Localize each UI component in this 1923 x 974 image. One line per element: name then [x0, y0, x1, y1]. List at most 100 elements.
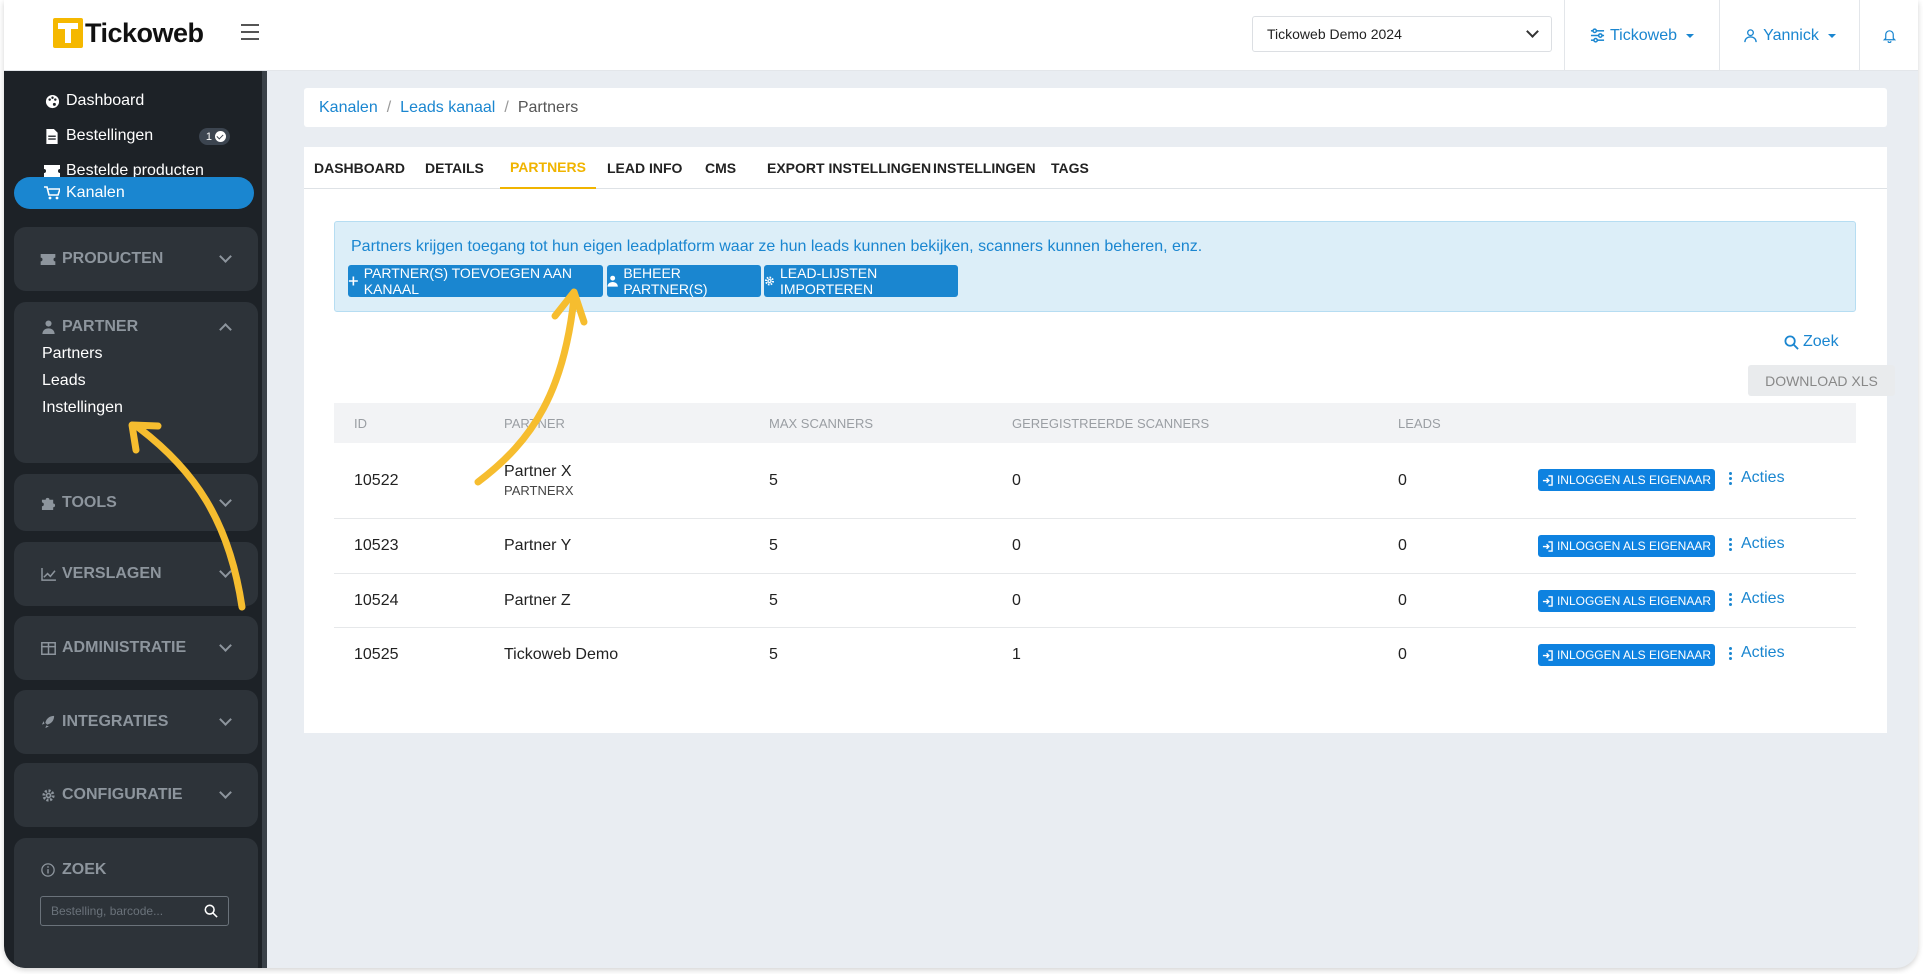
cell-leads: 0	[1398, 471, 1407, 489]
event-select[interactable]: Tickoweb Demo 2024	[1252, 16, 1552, 52]
cell-partner: Partner Z	[504, 591, 571, 609]
sidebar-subitem-instellingen[interactable]: Instellingen	[42, 399, 123, 417]
tab-dashboard[interactable]: DASHBOARD	[314, 147, 405, 189]
tab-cms[interactable]: CMS	[705, 147, 736, 189]
search-placeholder: Bestelling, barcode...	[51, 904, 164, 918]
cell-leads: 0	[1398, 591, 1407, 609]
sidebar-group-tools: TOOLS	[14, 474, 258, 531]
breadcrumb-link-leads-kanaal[interactable]: Leads kanaal	[400, 99, 495, 117]
search-toggle-label: Zoek	[1803, 333, 1839, 350]
button-label: PARTNER(S) TOEVOEGEN AAN KANAAL	[363, 265, 572, 297]
actions-label: Acties	[1741, 644, 1785, 661]
login-as-owner-button[interactable]: INLOGGEN ALS EIGENAAR	[1538, 644, 1715, 666]
app-window: Tickoweb Tickoweb Demo 2024 Tickoweb Yan…	[4, 0, 1918, 968]
group-title: TOOLS	[62, 493, 117, 511]
group-header-integraties[interactable]: INTEGRATIES	[40, 690, 232, 754]
sidebar-subitem-leads[interactable]: Leads	[42, 372, 86, 390]
search-icon	[204, 904, 218, 918]
search-icon	[1784, 335, 1799, 350]
sidebar-item-label: Bestellingen	[66, 127, 154, 144]
sidebar-subitem-partners[interactable]: Partners	[42, 345, 102, 363]
chevron-down-icon	[219, 493, 232, 507]
cell-max-scanners: 5	[769, 471, 778, 489]
cell-registered-scanners: 0	[1012, 591, 1021, 609]
group-header-verslagen[interactable]: VERSLAGEN	[40, 542, 232, 606]
table-row: 10525 Tickoweb Demo 5 1 0 INLOGGEN ALS E…	[334, 628, 1856, 682]
breadcrumb-link-kanalen[interactable]: Kanalen	[319, 99, 378, 117]
cart-icon	[44, 185, 60, 201]
breadcrumb: Kanalen / Leads kanaal / Partners	[304, 88, 1887, 127]
sign-in-icon	[1542, 595, 1553, 607]
group-title: VERSLAGEN	[62, 565, 162, 582]
login-as-owner-button[interactable]: INLOGGEN ALS EIGENAAR	[1538, 469, 1715, 491]
login-as-owner-button[interactable]: INLOGGEN ALS EIGENAAR	[1538, 535, 1715, 557]
bell-icon	[1882, 30, 1896, 43]
caret-down-icon	[1685, 33, 1694, 38]
column-header-registered-scanners[interactable]: GEREGISTREERDE SCANNERS	[1012, 403, 1209, 443]
group-title: ZOEK	[62, 861, 107, 878]
rocket-icon	[40, 715, 56, 729]
tab-partners[interactable]: PARTNERS	[500, 147, 596, 189]
group-title: PARTNER	[62, 318, 139, 335]
org-dropdown[interactable]: Tickoweb	[1564, 0, 1719, 71]
group-title: CONFIGURATIE	[62, 786, 183, 803]
actions-label: Acties	[1741, 590, 1785, 607]
row-actions-menu[interactable]: Acties	[1729, 535, 1785, 553]
cell-max-scanners: 5	[769, 646, 778, 663]
hamburger-menu-icon[interactable]	[241, 24, 259, 40]
row-actions-menu[interactable]: Acties	[1729, 469, 1785, 487]
download-xls-button[interactable]: DOWNLOAD XLS	[1748, 365, 1895, 396]
user-dropdown[interactable]: Yannick	[1719, 0, 1859, 71]
tab-tags[interactable]: TAGS	[1051, 147, 1089, 189]
button-label: INLOGGEN ALS EIGENAAR	[1556, 473, 1712, 487]
import-lead-lists-button[interactable]: LEAD-LIJSTEN IMPORTEREN	[764, 265, 958, 297]
column-header-max-scanners[interactable]: MAX SCANNERS	[769, 403, 873, 443]
caret-down-icon	[1827, 33, 1836, 38]
login-as-owner-button[interactable]: INLOGGEN ALS EIGENAAR	[1538, 590, 1715, 612]
notifications-button[interactable]	[1859, 0, 1918, 71]
group-header-tools[interactable]: TOOLS	[40, 474, 232, 531]
sidebar-group-zoek: ZOEK Bestelling, barcode...	[14, 838, 258, 968]
search-toggle[interactable]: Zoek	[1784, 333, 1839, 351]
sidebar-item-kanalen[interactable]: Kanalen	[14, 177, 254, 209]
vertical-ellipsis-icon	[1729, 537, 1732, 551]
row-actions-menu[interactable]: Acties	[1729, 590, 1785, 608]
badge-count: 1	[205, 130, 212, 143]
manage-partners-button[interactable]: BEHEER PARTNER(S)	[607, 265, 761, 297]
column-header-partner[interactable]: PARTNER	[504, 403, 565, 443]
vertical-ellipsis-icon	[1729, 646, 1732, 660]
sidebar-item-bestellingen[interactable]: Bestellingen 1	[14, 120, 254, 152]
ticket-icon	[40, 252, 56, 266]
sidebar-search-input[interactable]: Bestelling, barcode...	[40, 896, 229, 926]
group-header-administratie[interactable]: ADMINISTRATIE	[40, 616, 232, 680]
row-actions-menu[interactable]: Acties	[1729, 644, 1785, 662]
sidebar-group-verslagen: VERSLAGEN	[14, 542, 258, 606]
group-header-producten[interactable]: PRODUCTEN	[40, 227, 232, 291]
cell-leads: 0	[1398, 537, 1407, 554]
sidebar-group-partner: PARTNER Partners Leads Instellingen	[14, 302, 258, 463]
actions-label: Acties	[1741, 535, 1785, 552]
tab-instellingen[interactable]: INSTELLINGEN	[933, 147, 1036, 189]
sidebar-item-dashboard[interactable]: Dashboard	[14, 85, 254, 117]
sidebar-group-configuratie: CONFIGURATIE	[14, 763, 258, 827]
column-header-id[interactable]: ID	[354, 403, 367, 443]
group-header-configuratie[interactable]: CONFIGURATIE	[40, 763, 232, 827]
cell-registered-scanners: 1	[1012, 646, 1021, 663]
gear-icon	[765, 276, 774, 286]
group-title: PRODUCTEN	[62, 250, 164, 267]
palette-icon	[44, 93, 60, 109]
column-header-leads[interactable]: LEADS	[1398, 403, 1441, 443]
breadcrumb-separator: /	[504, 98, 509, 116]
button-label: LEAD-LIJSTEN IMPORTEREN	[780, 265, 878, 297]
plus-icon	[348, 276, 358, 286]
chevron-up-icon	[219, 322, 232, 336]
tab-details[interactable]: DETAILS	[425, 147, 484, 189]
tab-lead-info[interactable]: LEAD INFO	[607, 147, 682, 189]
chevron-down-icon	[219, 786, 232, 799]
tab-export-instellingen[interactable]: EXPORT INSTELLINGEN	[767, 147, 931, 189]
table-row: 10523 Partner Y 5 0 0 INLOGGEN ALS EIGEN…	[334, 519, 1856, 574]
alert-text: Partners krijgen toegang tot hun eigen l…	[351, 238, 1203, 255]
button-label: INLOGGEN ALS EIGENAAR	[1556, 594, 1712, 608]
tickoweb-logo[interactable]: Tickoweb	[53, 18, 204, 48]
add-partners-button[interactable]: PARTNER(S) TOEVOEGEN AAN KANAAL	[348, 265, 603, 297]
